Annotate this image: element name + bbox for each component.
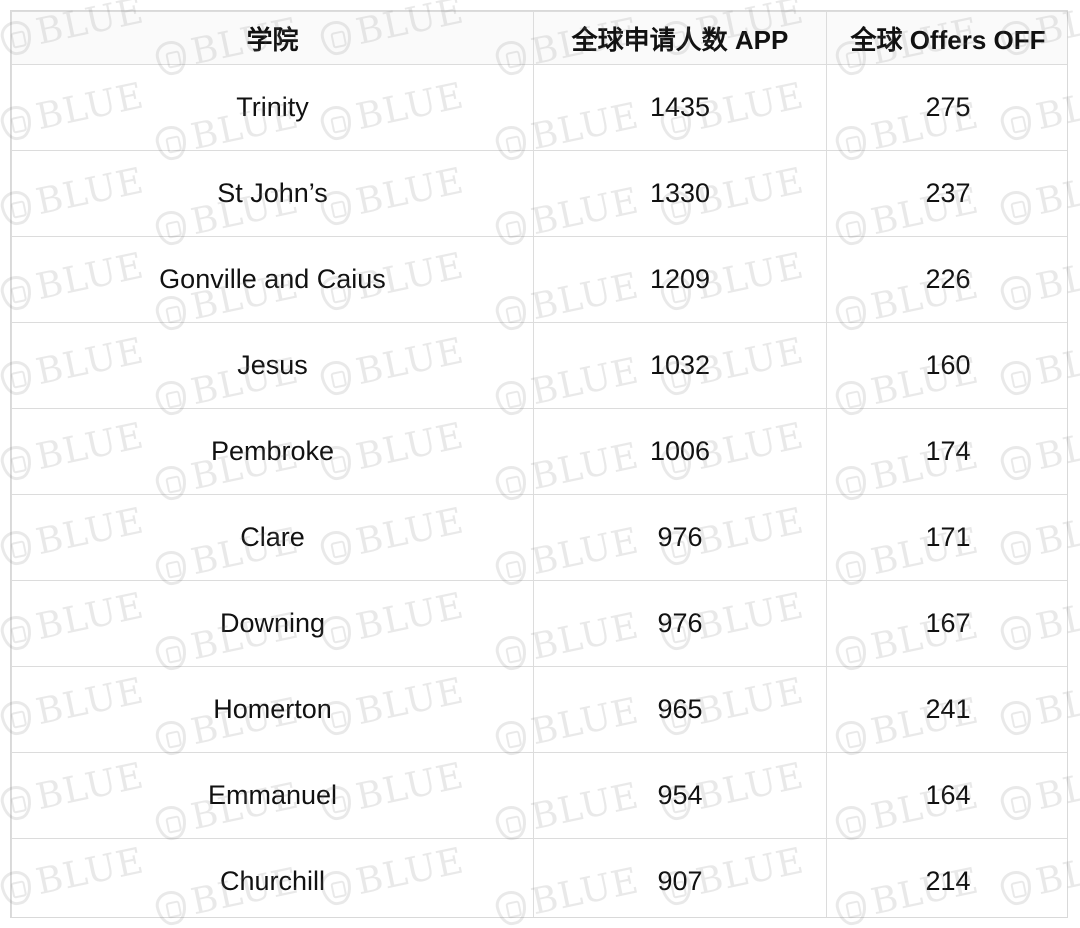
cell-applications: 1435 (533, 64, 827, 151)
cell-offers: 164 (826, 752, 1067, 839)
table-header-row: 学院 全球申请人数 APP 全球 Offers OFF (11, 11, 1067, 65)
cell-offers: 275 (826, 64, 1067, 151)
table-row: Gonville and Caius 1209 226 (11, 236, 1067, 323)
cell-applications: 907 (533, 838, 827, 917)
cell-college: Homerton (11, 666, 534, 753)
header-college: 学院 (11, 11, 534, 65)
cell-applications: 976 (533, 494, 827, 581)
cell-offers: 241 (826, 666, 1067, 753)
header-offers: 全球 Offers OFF (826, 11, 1067, 65)
admissions-table-container: 学院 全球申请人数 APP 全球 Offers OFF Trinity 1435… (10, 10, 1068, 918)
cell-college: Pembroke (11, 408, 534, 495)
cell-applications: 1209 (533, 236, 827, 323)
cell-applications: 1006 (533, 408, 827, 495)
table-row: Jesus 1032 160 (11, 322, 1067, 409)
cell-offers: 226 (826, 236, 1067, 323)
cell-offers: 160 (826, 322, 1067, 409)
cell-offers: 167 (826, 580, 1067, 667)
cell-college: Emmanuel (11, 752, 534, 839)
cell-applications: 1330 (533, 150, 827, 237)
cell-college: St John’s (11, 150, 534, 237)
cell-applications: 976 (533, 580, 827, 667)
header-applications: 全球申请人数 APP (533, 11, 827, 65)
cell-college: Gonville and Caius (11, 236, 534, 323)
cell-college: Trinity (11, 64, 534, 151)
table-row: Emmanuel 954 164 (11, 752, 1067, 839)
table-row: Pembroke 1006 174 (11, 408, 1067, 495)
cell-college: Clare (11, 494, 534, 581)
table-row: Trinity 1435 275 (11, 64, 1067, 151)
cell-college: Jesus (11, 322, 534, 409)
cell-offers: 174 (826, 408, 1067, 495)
cell-college: Downing (11, 580, 534, 667)
table-row: St John’s 1330 237 (11, 150, 1067, 237)
cell-applications: 1032 (533, 322, 827, 409)
cell-college: Churchill (11, 838, 534, 917)
table-row: Downing 976 167 (11, 580, 1067, 667)
cell-applications: 954 (533, 752, 827, 839)
admissions-table: 学院 全球申请人数 APP 全球 Offers OFF Trinity 1435… (11, 11, 1067, 917)
cell-offers: 171 (826, 494, 1067, 581)
cell-applications: 965 (533, 666, 827, 753)
table-row: Clare 976 171 (11, 494, 1067, 581)
table-row: Churchill 907 214 (11, 838, 1067, 917)
cell-offers: 237 (826, 150, 1067, 237)
table-row: Homerton 965 241 (11, 666, 1067, 753)
cell-offers: 214 (826, 838, 1067, 917)
